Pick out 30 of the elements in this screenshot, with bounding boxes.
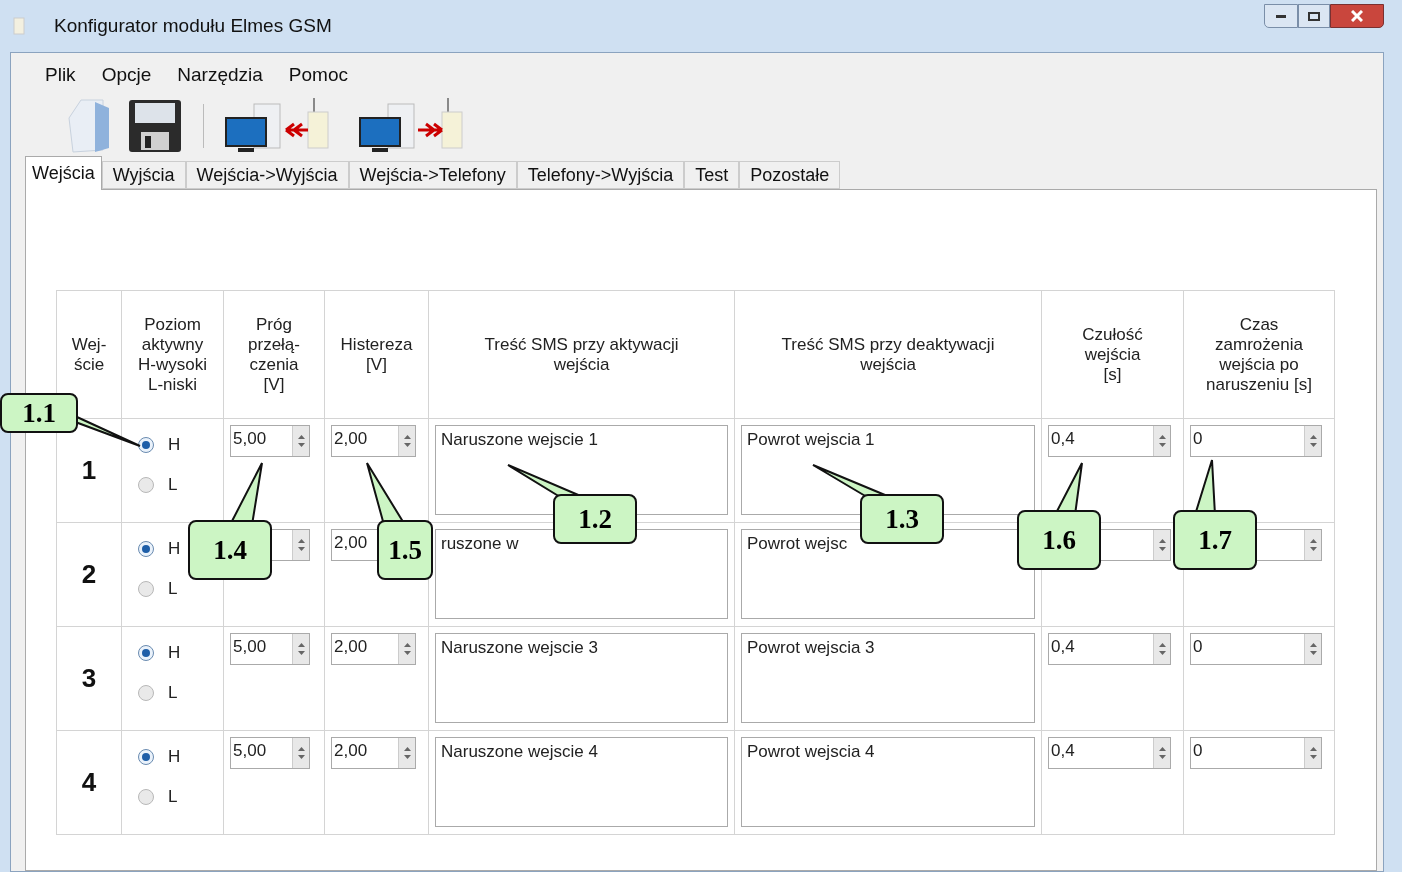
column-header: Treść SMS przy aktywacji wejścia xyxy=(484,334,679,375)
spinner-value: 2,00 xyxy=(333,428,369,450)
column-header: Czułość wejścia [s] xyxy=(1082,324,1143,385)
spinner-value: 0 xyxy=(1192,740,1204,762)
row-number: 1 xyxy=(81,454,97,487)
row-number: 2 xyxy=(81,558,97,591)
spinner-value: 0 xyxy=(1192,428,1204,450)
window-title: Konfigurator modułu Elmes GSM xyxy=(54,13,332,38)
spinner-value: 2,00 xyxy=(333,636,369,658)
spinner-value: 5,00 xyxy=(232,740,268,762)
spinner-value: 2,00 xyxy=(333,740,369,762)
column-header: Wej- ście xyxy=(71,334,107,375)
callout-tooltip: 1.1 xyxy=(0,393,78,433)
row-number: 4 xyxy=(81,766,97,799)
column-header: Poziom aktywny H-wysoki L-niski xyxy=(138,314,207,395)
spinner-value: 0 xyxy=(1192,636,1204,658)
column-header: Treść SMS przy deaktywacji wejścia xyxy=(781,334,995,375)
callout-tooltip: 1.3 xyxy=(860,494,944,544)
column-header: Histereza [V] xyxy=(340,334,413,375)
spinner-value: 0,4 xyxy=(1050,740,1076,762)
column-header: Próg przełą- czenia [V] xyxy=(248,314,300,395)
spinner-value: 0,4 xyxy=(1050,428,1076,450)
spinner-value: 5,00 xyxy=(232,428,268,450)
row-number: 3 xyxy=(81,662,97,695)
callout-tooltip: 1.7 xyxy=(1173,510,1257,570)
spinner-value: 5,00 xyxy=(232,636,268,658)
callout-tooltip: 1.2 xyxy=(553,494,637,544)
callout-tooltip: 1.5 xyxy=(377,520,433,580)
column-header: Czas zamrożenia wejścia po naruszeniu [s] xyxy=(1206,314,1312,395)
spinner-value: 0,4 xyxy=(1050,636,1076,658)
